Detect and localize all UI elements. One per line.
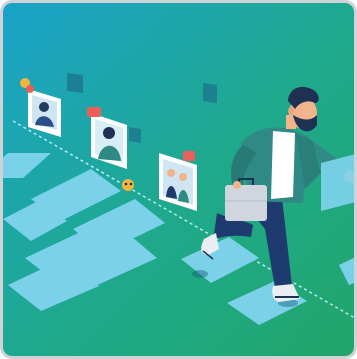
illustration-card xyxy=(0,0,357,359)
briefcase-icon xyxy=(225,185,267,221)
illustration-scene xyxy=(3,3,354,356)
side-panel xyxy=(321,154,354,211)
